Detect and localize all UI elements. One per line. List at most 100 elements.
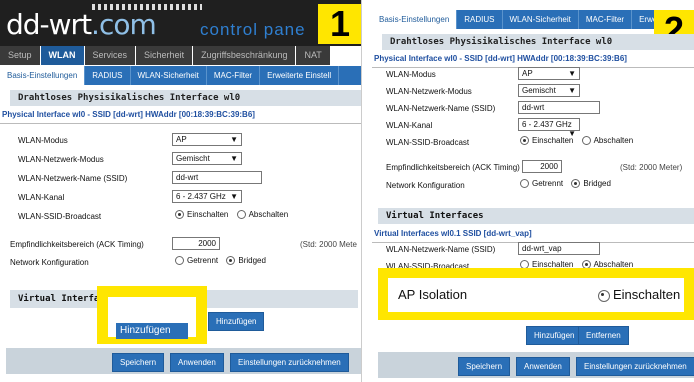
radio-label: Einschalten bbox=[613, 287, 681, 302]
radio-label: Getrennt bbox=[187, 256, 219, 265]
control-panel-tagline: control pane bbox=[200, 20, 306, 39]
subtab-basic[interactable]: Basis-Einstellungen bbox=[0, 66, 86, 85]
highlight-box: Hinzufügen bbox=[97, 286, 207, 344]
highlight-inner: Hinzufügen bbox=[108, 297, 196, 339]
chevron-down-icon: ▼ bbox=[230, 192, 238, 201]
radio-ap-isolation-on[interactable] bbox=[598, 289, 610, 302]
tab-wlan[interactable]: WLAN bbox=[40, 46, 84, 65]
label-netmode: WLAN-Netzwerk-Modus bbox=[18, 155, 104, 164]
save-button[interactable]: Speichern bbox=[112, 353, 165, 372]
ap-isolation-row: AP Isolation Einschalten bbox=[388, 278, 684, 312]
screenshot-panel-1: dd-wrt.com control pane 1 Setup WLAN Ser… bbox=[0, 0, 362, 382]
wireless-section: Drahtloses Physisikalisches Interface wl… bbox=[0, 90, 361, 124]
label-ack: Empfindlichkeitsbereich (ACK Timing) bbox=[10, 240, 144, 249]
label-netmode: WLAN-Netzwerk-Modus bbox=[386, 87, 472, 96]
netmode-select[interactable]: Gemischt ▼ bbox=[518, 84, 580, 97]
chevron-down-icon: ▼ bbox=[568, 69, 576, 78]
label-ssid: WLAN-Netzwerk-Name (SSID) bbox=[18, 174, 128, 183]
broadcast-radios: Einschalten Abschalten bbox=[520, 136, 634, 146]
channel-select[interactable]: 6 - 2.437 GHz ▼ bbox=[172, 190, 242, 203]
ack-hint: (Std: 2000 Meter) bbox=[620, 163, 683, 172]
section-title: Virtual Interfaces bbox=[386, 211, 484, 221]
main-tabs: Setup WLAN Services Sicherheit Zugriffsb… bbox=[0, 46, 331, 65]
ssid-input[interactable]: dd-wrt bbox=[172, 171, 262, 184]
wireless-section: Drahtloses Physisikalisches Interface wl… bbox=[372, 34, 694, 68]
tab-access-restrictions[interactable]: Zugriffsbeschränkung bbox=[193, 46, 296, 65]
section-title: Virtual Interfa bbox=[18, 294, 100, 304]
vap-ssid-input[interactable]: dd-wrt_vap bbox=[518, 242, 600, 255]
interface-heading: Physical Interface wl0 - SSID [dd-wrt] H… bbox=[372, 50, 694, 68]
radio-broadcast-off[interactable] bbox=[581, 136, 591, 146]
ddwrt-logo: dd-wrt.com bbox=[6, 8, 157, 41]
label-channel: WLAN-Kanal bbox=[18, 193, 65, 202]
virtual-interfaces-header: Virtual Interfaces bbox=[378, 208, 694, 224]
radio-separated[interactable] bbox=[520, 179, 529, 189]
screenshot-panel-2: Basis-Einstellungen RADIUS WLAN-Sicherhe… bbox=[372, 0, 694, 382]
radio-bridged[interactable] bbox=[226, 256, 236, 266]
interface-heading: Physical Interface wl0 - SSID [dd-wrt] H… bbox=[0, 106, 361, 124]
ap-isolation-label: AP Isolation bbox=[398, 287, 468, 302]
subtab-mac-filter[interactable]: MAC-Filter bbox=[579, 10, 633, 29]
netconf-radios: Getrennt Bridged bbox=[520, 179, 611, 189]
reset-button[interactable]: Einstellungen zurücknehmen bbox=[576, 357, 694, 376]
tab-nat[interactable]: NAT bbox=[296, 46, 330, 65]
subtab-advanced[interactable]: Erweiterte Einstell bbox=[260, 66, 340, 85]
radio-broadcast-off[interactable] bbox=[236, 210, 246, 220]
radio-label: Einschalten bbox=[187, 210, 229, 219]
label-netconf: Network Konfiguration bbox=[386, 181, 465, 190]
subtab-radius[interactable]: RADIUS bbox=[85, 66, 131, 85]
radio-label: Einschalten bbox=[532, 136, 574, 145]
tab-services[interactable]: Services bbox=[84, 46, 136, 65]
header-bar: dd-wrt.com control pane bbox=[0, 0, 361, 46]
label-ssid: WLAN-Netzwerk-Name (SSID) bbox=[386, 104, 496, 113]
sub-tabs: Basis-Einstellungen RADIUS WLAN-Sicherhe… bbox=[372, 10, 694, 29]
radio-label: Abschalten bbox=[593, 136, 634, 145]
apply-button[interactable]: Anwenden bbox=[170, 353, 224, 372]
broadcast-radios: Einschalten Abschalten bbox=[175, 210, 289, 220]
add-button-ghost: Hinzufügen bbox=[116, 323, 188, 339]
label-broadcast: WLAN-SSID-Broadcast bbox=[386, 138, 470, 147]
apply-button[interactable]: Anwenden bbox=[516, 357, 570, 376]
radio-label: Abschalten bbox=[248, 210, 289, 219]
mode-select[interactable]: AP ▼ bbox=[172, 133, 242, 146]
add-button[interactable]: Hinzufügen bbox=[526, 326, 583, 345]
radio-separated[interactable] bbox=[175, 256, 184, 266]
ack-input[interactable]: 2000 bbox=[172, 237, 220, 250]
reset-button[interactable]: Einstellungen zurücknehmen bbox=[230, 353, 349, 372]
channel-select[interactable]: 6 - 2.437 GHz ▼ bbox=[518, 118, 580, 138]
subtab-wlan-security[interactable]: WLAN-Sicherheit bbox=[503, 10, 579, 29]
ap-isolation-highlight: AP Isolation Einschalten bbox=[378, 268, 694, 320]
subtab-radius[interactable]: RADIUS bbox=[457, 10, 503, 29]
label-vap-ssid: WLAN-Netzwerk-Name (SSID) bbox=[386, 245, 496, 254]
radio-label: Getrennt bbox=[532, 179, 564, 188]
section-title: Drahtloses Physisikalisches Interface wl… bbox=[382, 34, 694, 50]
ssid-input[interactable]: dd-wrt bbox=[518, 101, 600, 114]
remove-button[interactable]: Entfernen bbox=[578, 326, 629, 345]
ack-input[interactable]: 2000 bbox=[522, 160, 562, 173]
radio-bridged[interactable] bbox=[571, 179, 581, 189]
label-netconf: Network Konfiguration bbox=[10, 258, 89, 267]
section-title: Drahtloses Physisikalisches Interface wl… bbox=[10, 90, 361, 106]
subtab-basic[interactable]: Basis-Einstellungen bbox=[372, 10, 458, 29]
label-mode: WLAN-Modus bbox=[386, 70, 436, 79]
label-channel: WLAN-Kanal bbox=[386, 121, 433, 130]
chevron-down-icon: ▼ bbox=[230, 135, 238, 144]
tab-security[interactable]: Sicherheit bbox=[136, 46, 193, 65]
chevron-down-icon: ▼ bbox=[230, 154, 238, 163]
radio-label: Bridged bbox=[583, 179, 611, 188]
subtab-mac-filter[interactable]: MAC-Filter bbox=[207, 66, 261, 85]
chevron-down-icon: ▼ bbox=[568, 86, 576, 95]
subtab-wlan-security[interactable]: WLAN-Sicherheit bbox=[131, 66, 207, 85]
radio-broadcast-on[interactable] bbox=[175, 210, 184, 220]
label-ack: Empfindlichkeitsbereich (ACK Timing) bbox=[386, 163, 520, 172]
tab-setup[interactable]: Setup bbox=[0, 46, 40, 65]
label-mode: WLAN-Modus bbox=[18, 136, 68, 145]
add-button[interactable]: Hinzufügen bbox=[208, 312, 265, 331]
label-broadcast: WLAN-SSID-Broadcast bbox=[18, 212, 102, 221]
save-button[interactable]: Speichern bbox=[458, 357, 511, 376]
mode-select[interactable]: AP ▼ bbox=[518, 67, 580, 80]
radio-label: Bridged bbox=[238, 256, 266, 265]
netmode-select[interactable]: Gemischt ▼ bbox=[172, 152, 242, 165]
radio-broadcast-on[interactable] bbox=[520, 136, 529, 146]
virtual-interface-heading: Virtual Interfaces wl0.1 SSID [dd-wrt_va… bbox=[372, 225, 694, 243]
